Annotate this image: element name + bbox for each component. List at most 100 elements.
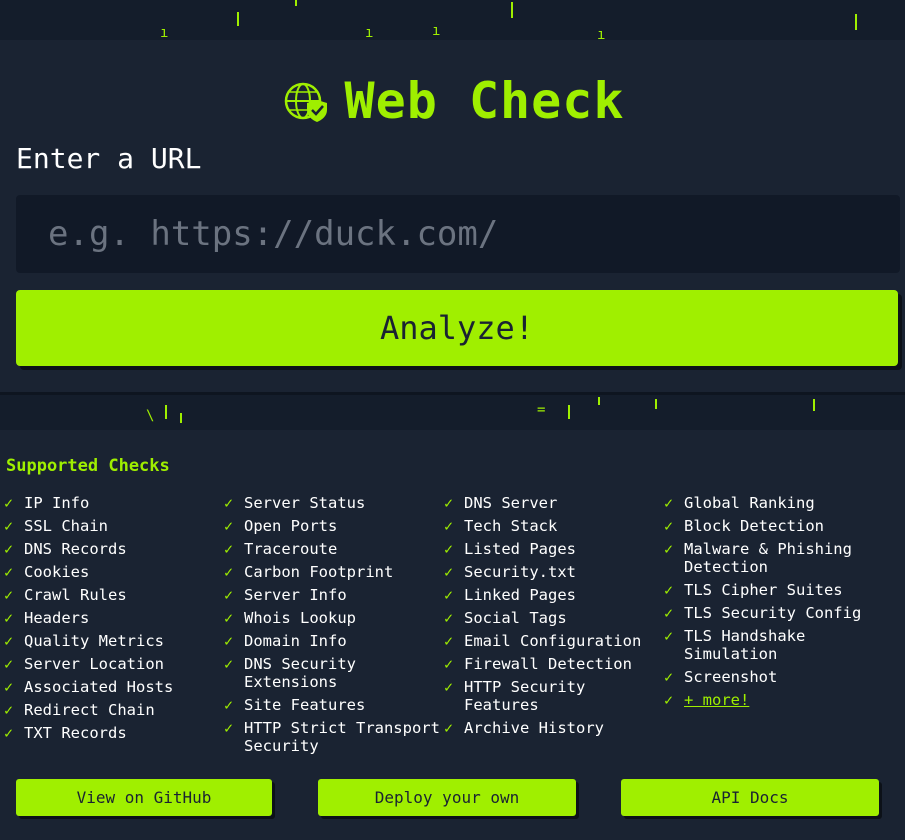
check-item-label: Associated Hosts [24, 678, 174, 696]
checkmark-icon: ✓ [664, 668, 674, 686]
check-item-label: Global Ranking [684, 494, 815, 512]
check-item: ✓ + more! [664, 691, 900, 709]
check-item-label: DNS Server [464, 494, 558, 512]
check-item: ✓ Headers [4, 609, 219, 627]
check-item: ✓ Global Ranking [664, 494, 900, 512]
check-item: ✓ Email Configuration [444, 632, 664, 650]
check-item: ✓ TLS Security Config [664, 604, 900, 622]
checkmark-icon: ✓ [444, 540, 454, 558]
checkmark-icon: ✓ [444, 563, 454, 581]
checkmark-icon: ✓ [444, 655, 454, 673]
check-item-label: Security.txt [464, 563, 576, 581]
check-item-label: IP Info [24, 494, 90, 512]
checkmark-icon: ✓ [4, 563, 14, 581]
analyze-button[interactable]: Analyze! [16, 290, 898, 366]
checkmark-icon: ✓ [4, 655, 14, 673]
url-card: Web Check Enter a URL Analyze! [0, 40, 905, 392]
matrix-glyph [295, 0, 297, 6]
checkmark-icon: ✓ [224, 719, 234, 737]
check-item-label: Linked Pages [464, 586, 576, 604]
checkmark-icon: ✓ [4, 632, 14, 650]
check-item: ✓ Social Tags [444, 609, 664, 627]
matrix-band-top: ı ı ı ı [0, 0, 905, 40]
checkmark-icon: ✓ [224, 655, 234, 673]
app-header: Web Check [0, 66, 905, 136]
check-item-label: TLS Security Config [684, 604, 862, 622]
checkmark-icon: ✓ [664, 517, 674, 535]
check-item: ✓ Listed Pages [444, 540, 664, 558]
checkmark-icon: ✓ [664, 540, 674, 558]
check-item: ✓ Crawl Rules [4, 586, 219, 604]
checkmark-icon: ✓ [664, 604, 674, 622]
more-checks-link[interactable]: + more! [684, 691, 749, 709]
deploy-your-own-button[interactable]: Deploy your own [318, 779, 576, 816]
api-docs-button[interactable]: API Docs [621, 779, 879, 816]
check-item-label: Headers [24, 609, 90, 627]
check-item: ✓ DNS Records [4, 540, 219, 558]
globe-shield-icon [281, 76, 331, 126]
checkmark-icon: ✓ [4, 701, 14, 719]
url-input[interactable] [16, 195, 900, 273]
check-item-label: HTTP Security Features [464, 678, 586, 714]
check-item-label: Redirect Chain [24, 701, 155, 719]
check-item-label: Listed Pages [464, 540, 576, 558]
url-label: Enter a URL [16, 142, 202, 175]
supported-checks-panel: Supported Checks ✓ IP Info ✓ SSL Chain ✓ DNS … [0, 430, 905, 840]
check-item: ✓ TLS Handshake Simulation [664, 627, 900, 663]
check-item: ✓ Server Status [224, 494, 444, 512]
checkmark-icon: ✓ [224, 696, 234, 714]
checkmark-icon: ✓ [444, 632, 454, 650]
matrix-glyph: ı [597, 27, 606, 40]
check-item-label: Archive History [464, 719, 604, 737]
check-item: ✓ Tech Stack [444, 517, 664, 535]
check-item: ✓ TXT Records [4, 724, 219, 742]
matrix-glyph: = [537, 402, 546, 418]
check-item-label: Open Ports [244, 517, 338, 535]
view-on-github-button[interactable]: View on GitHub [16, 779, 272, 816]
check-item: ✓ Quality Metrics [4, 632, 219, 650]
checkmark-icon: ✓ [444, 678, 454, 696]
check-item-label: Block Detection [684, 517, 824, 535]
checks-column: ✓ Server Status ✓ Open Ports ✓ Traceroute ✓ Car… [224, 494, 444, 760]
checkmark-icon: ✓ [4, 678, 14, 696]
checks-column: ✓ DNS Server ✓ Tech Stack ✓ Listed Pages ✓ Secu… [444, 494, 664, 742]
check-item-label: TXT Records [24, 724, 127, 742]
matrix-glyph: ı [432, 23, 441, 39]
matrix-glyph [598, 397, 600, 405]
checkmark-icon: ✓ [4, 586, 14, 604]
checkmark-icon: ✓ [664, 494, 674, 512]
check-item-label: Firewall Detection [464, 655, 632, 673]
check-item: ✓ Carbon Footprint [224, 563, 444, 581]
check-item-label: Server Location [24, 655, 164, 673]
check-item: ✓ Whois Lookup [224, 609, 444, 627]
check-item-label: Quality Metrics [24, 632, 164, 650]
check-item: ✓ Archive History [444, 719, 664, 737]
check-item-label: Server Info [244, 586, 347, 604]
checkmark-icon: ✓ [444, 719, 454, 737]
check-item-label: TLS Handshake Simulation [684, 627, 806, 663]
checkmark-icon: ✓ [224, 632, 234, 650]
checkmark-icon: ✓ [664, 581, 674, 599]
check-item-label: HTTP Strict Transport Security [244, 719, 440, 755]
app-title: Web Check [344, 72, 625, 130]
checkmark-icon: ✓ [664, 691, 674, 709]
check-item-label: Traceroute [244, 540, 338, 558]
check-item: ✓ Server Info [224, 586, 444, 604]
matrix-glyph: ı [365, 25, 374, 40]
supported-checks-heading: Supported Checks [6, 456, 170, 476]
check-item: ✓ HTTP Security Features [444, 678, 664, 714]
check-item: ✓ Server Location [4, 655, 219, 673]
matrix-glyph: \ [146, 408, 155, 424]
checkmark-icon: ✓ [224, 540, 234, 558]
check-item: ✓ Cookies [4, 563, 219, 581]
check-item: ✓ Malware & Phishing Detection [664, 540, 900, 576]
checkmark-icon: ✓ [4, 724, 14, 742]
check-item-label: TLS Cipher Suites [684, 581, 843, 599]
checkmark-icon: ✓ [4, 517, 14, 535]
checkmark-icon: ✓ [444, 517, 454, 535]
check-item: ✓ Domain Info [224, 632, 444, 650]
matrix-glyph [165, 405, 167, 419]
matrix-glyph [568, 405, 570, 419]
check-item-label: Server Status [244, 494, 366, 512]
checkmark-icon: ✓ [444, 586, 454, 604]
